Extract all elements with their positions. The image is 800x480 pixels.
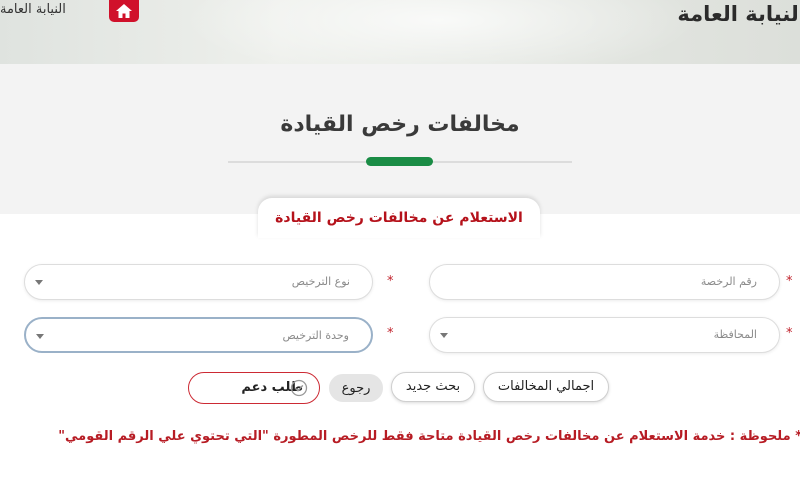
brand-logo-text[interactable]: النيابة العامة xyxy=(677,2,800,26)
governorate-select[interactable]: المحافظة xyxy=(429,317,780,353)
new-search-button[interactable]: بحث جديد xyxy=(391,372,475,402)
required-marker: * xyxy=(786,274,793,289)
total-violations-button[interactable]: اجمالي المخالفات xyxy=(483,372,609,402)
back-button[interactable]: رجوع xyxy=(329,374,383,402)
governorate-placeholder: المحافظة xyxy=(713,328,757,341)
licensing-unit-select[interactable]: وحدة الترخيص xyxy=(24,317,373,353)
support-request-button[interactable]: طلب دعم xyxy=(188,372,320,404)
title-accent-bar xyxy=(366,157,433,166)
license-type-select[interactable]: نوع الترخيص xyxy=(24,264,373,300)
check-circle-icon xyxy=(290,379,308,397)
home-button[interactable] xyxy=(109,0,139,22)
chevron-down-icon xyxy=(440,333,448,338)
home-icon xyxy=(116,4,132,18)
chevron-down-icon xyxy=(36,334,44,339)
required-marker: * xyxy=(387,326,394,341)
title-band xyxy=(0,64,800,214)
licensing-unit-placeholder: وحدة الترخيص xyxy=(282,329,349,342)
required-marker: * xyxy=(786,326,793,341)
tab-inquiry[interactable]: الاستعلام عن مخالفات رخص القيادة xyxy=(258,198,540,238)
required-marker: * xyxy=(387,274,394,289)
chevron-down-icon xyxy=(35,280,43,285)
site-header: النيابة العامة النيابة العامة xyxy=(0,0,800,64)
service-note: * ملحوظة : خدمة الاستعلام عن مخالفات رخص… xyxy=(58,429,800,444)
license-number-input[interactable]: رقم الرخصة xyxy=(429,264,780,300)
license-number-placeholder: رقم الرخصة xyxy=(700,275,757,288)
header-decoration xyxy=(180,0,700,64)
home-link[interactable]: النيابة العامة xyxy=(0,2,100,17)
page-title: مخالفات رخص القيادة xyxy=(280,112,520,137)
license-type-placeholder: نوع الترخيص xyxy=(291,275,350,288)
